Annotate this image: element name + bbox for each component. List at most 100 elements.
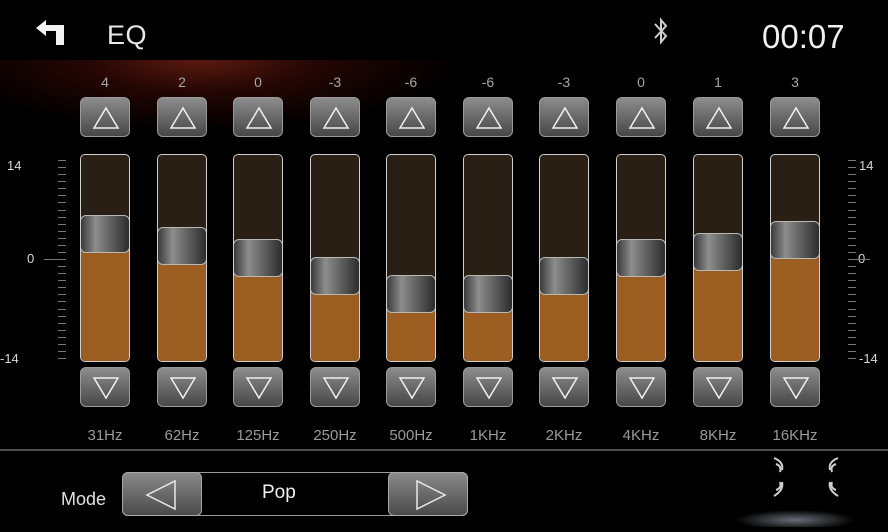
scale-tick	[44, 259, 66, 260]
band-up-button[interactable]	[693, 97, 743, 137]
band-slider-knob[interactable]	[617, 239, 665, 277]
back-arrow-icon[interactable]	[36, 20, 76, 46]
scale-tick	[58, 174, 66, 175]
clock: 00:07	[762, 18, 845, 55]
triangle-down-icon	[782, 377, 810, 400]
band-slider-knob[interactable]	[694, 233, 742, 271]
band-down-button[interactable]	[539, 367, 589, 407]
triangle-down-icon	[92, 377, 120, 400]
scale-left-top: 14	[7, 158, 22, 173]
band-down-button[interactable]	[616, 367, 666, 407]
band-slider-knob[interactable]	[387, 275, 435, 313]
scale-tick	[58, 351, 66, 352]
scale-tick	[848, 287, 856, 288]
scale-tick	[848, 160, 856, 161]
band-up-button[interactable]	[770, 97, 820, 137]
triangle-down-icon	[245, 377, 273, 400]
page-title: EQ	[107, 20, 148, 50]
triangle-up-icon	[398, 106, 426, 129]
scale-tick	[848, 344, 856, 345]
band-value: 3	[791, 74, 799, 90]
triangle-up-icon	[322, 106, 350, 129]
band-down-button[interactable]	[157, 367, 207, 407]
scale-tick	[848, 188, 856, 189]
mode-prev-button[interactable]	[122, 472, 202, 516]
band-down-button[interactable]	[463, 367, 513, 407]
scale-tick	[58, 195, 66, 196]
divider	[0, 449, 888, 451]
scale-tick	[58, 210, 66, 211]
triangle-up-icon	[551, 106, 579, 129]
band-slider-knob[interactable]	[234, 239, 282, 277]
scale-tick	[58, 337, 66, 338]
band-value: -6	[404, 74, 418, 90]
scale-tick	[58, 238, 66, 239]
scale-tick	[848, 202, 856, 203]
band-slider[interactable]	[770, 154, 820, 362]
band-up-button[interactable]	[463, 97, 513, 137]
band-up-button[interactable]	[233, 97, 283, 137]
band-slider[interactable]	[157, 154, 207, 362]
scale-tick	[58, 287, 66, 288]
band-frequency-label: 500Hz	[389, 427, 433, 444]
band-up-button[interactable]	[616, 97, 666, 137]
band-slider-knob[interactable]	[81, 215, 129, 253]
scale-tick	[848, 245, 856, 246]
scale-tick	[848, 266, 856, 267]
surround-sound-icon[interactable]	[768, 454, 844, 504]
scale-tick	[58, 309, 66, 310]
band-down-button[interactable]	[310, 367, 360, 407]
band-value: -3	[328, 74, 342, 90]
triangle-down-icon	[169, 377, 197, 400]
scale-tick	[58, 330, 66, 331]
band-slider-knob[interactable]	[158, 227, 206, 265]
scale-tick	[58, 231, 66, 232]
band-up-button[interactable]	[310, 97, 360, 137]
mode-next-button[interactable]	[388, 472, 468, 516]
scale-tick	[848, 210, 856, 211]
scale-right-top: 14	[859, 158, 874, 173]
band-slider[interactable]	[616, 154, 666, 362]
triangle-up-icon	[92, 106, 120, 129]
scale-tick	[58, 280, 66, 281]
band-slider[interactable]	[80, 154, 130, 362]
band-slider-knob[interactable]	[311, 257, 359, 295]
mode-label: Mode	[61, 489, 107, 509]
band-up-button[interactable]	[80, 97, 130, 137]
triangle-up-icon	[169, 106, 197, 129]
band-up-button[interactable]	[157, 97, 207, 137]
scale-tick	[848, 181, 856, 182]
band-up-button[interactable]	[539, 97, 589, 137]
bluetooth-icon	[654, 17, 668, 45]
scale-left-bottom: -14	[0, 351, 19, 366]
band-value: -3	[557, 74, 571, 90]
band-slider-knob[interactable]	[540, 257, 588, 295]
band-slider[interactable]	[310, 154, 360, 362]
band-value: 2	[178, 74, 186, 90]
scale-tick	[58, 245, 66, 246]
band-slider[interactable]	[386, 154, 436, 362]
triangle-up-icon	[628, 106, 656, 129]
band-down-button[interactable]	[386, 367, 436, 407]
band-slider-knob[interactable]	[464, 275, 512, 313]
scale-tick	[848, 238, 856, 239]
band-down-button[interactable]	[693, 367, 743, 407]
band-slider[interactable]	[693, 154, 743, 362]
scale-tick	[58, 252, 66, 253]
band-slider[interactable]	[463, 154, 513, 362]
glow-decoration	[735, 505, 855, 527]
band-up-button[interactable]	[386, 97, 436, 137]
band-slider[interactable]	[539, 154, 589, 362]
triangle-left-icon	[145, 479, 176, 511]
band-down-button[interactable]	[770, 367, 820, 407]
scale-tick	[58, 323, 66, 324]
band-down-button[interactable]	[80, 367, 130, 407]
band-down-button[interactable]	[233, 367, 283, 407]
triangle-down-icon	[322, 377, 350, 400]
band-slider-knob[interactable]	[771, 221, 819, 259]
scale-tick	[848, 224, 856, 225]
scale-tick	[848, 259, 870, 260]
scale-tick	[58, 217, 66, 218]
triangle-down-icon	[475, 377, 503, 400]
band-slider[interactable]	[233, 154, 283, 362]
